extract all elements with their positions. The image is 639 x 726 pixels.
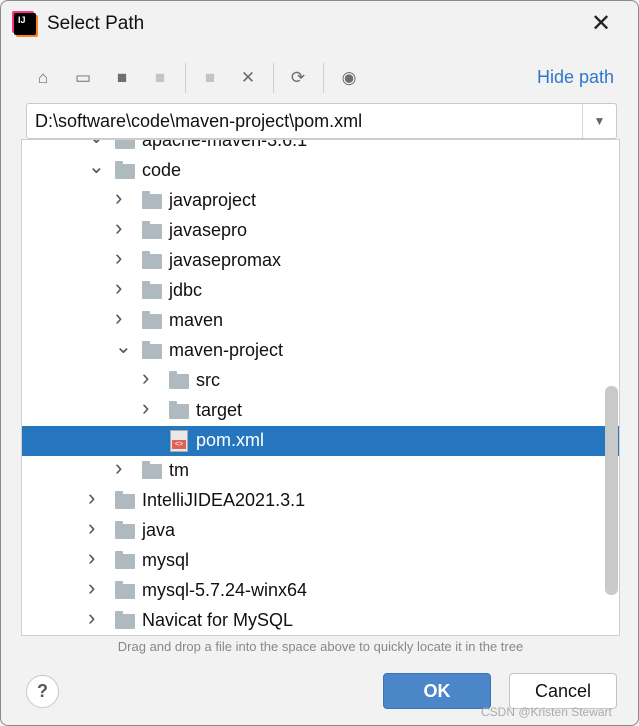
tree-row-label: Navicat for MySQL [142,610,294,630]
tree-row[interactable]: › java [22,515,619,546]
tree-row[interactable]: › target [22,395,619,426]
tree-row[interactable]: › tm [22,455,619,486]
tree-row[interactable]: › jdbc [22,275,619,306]
chevron-right-icon[interactable]: › [88,545,95,571]
intellij-logo-icon: IJ [14,13,36,35]
desktop-icon[interactable]: ▭ [72,67,94,89]
hide-path-link[interactable]: Hide path [537,67,614,88]
tree-row-label: code [142,160,182,180]
folder-icon [115,521,135,539]
tree-row-label: IntelliJIDEA2021.3.1 [142,490,306,510]
toolbar-separator [323,63,324,93]
folder-icon [115,611,135,629]
tree-row[interactable]: ⌄ code [22,156,619,186]
chevron-right-icon[interactable]: › [88,515,95,541]
tree-row-label: mysql-5.7.24-winx64 [142,580,308,600]
folder-icon [142,281,162,299]
new-folder-icon[interactable]: ■ [199,67,221,89]
tree-row-label: src [196,370,220,390]
folder-icon [142,461,162,479]
tree-row[interactable]: › javasepromax [22,245,619,276]
module-folder-icon[interactable]: ■ [149,67,171,89]
tree-row[interactable]: › mysql [22,545,619,576]
toolbar-separator [185,63,186,93]
chevron-right-icon[interactable]: › [88,575,95,601]
help-button[interactable]: ? [26,675,59,708]
tree-row[interactable]: › Navicat for MySQL [22,605,619,635]
tree-row[interactable]: ⌄ apache-maven-3.6.1 [22,139,619,156]
show-hidden-icon[interactable]: ◉ [338,67,360,89]
chevron-down-icon[interactable]: ⌄ [88,140,105,149]
folder-icon [142,311,162,329]
chevron-right-icon[interactable]: › [88,485,95,511]
tree-row[interactable]: › IntelliJIDEA2021.3.1 [22,485,619,516]
home-icon[interactable]: ⌂ [32,67,54,89]
tree-row-label: target [196,400,243,420]
tree-row[interactable]: › maven [22,305,619,336]
tree-row-label: pom.xml [196,430,265,450]
folder-icon [115,581,135,599]
chevron-right-icon[interactable]: › [115,245,122,271]
toolbar-separator [273,63,274,93]
folder-icon [115,491,135,509]
project-folder-icon[interactable]: ■ [111,67,133,89]
chevron-right-icon[interactable]: › [142,365,149,391]
chevron-down-icon[interactable]: ⌄ [88,154,105,179]
path-combobox[interactable]: ▼ [26,103,617,139]
tree-row-label: maven [169,310,224,330]
tree-row-label: maven-project [169,340,284,360]
tree-row-label: tm [169,460,189,480]
path-input[interactable] [35,104,580,138]
refresh-icon[interactable]: ⟳ [287,67,309,89]
folder-icon [115,161,135,179]
folder-icon [115,140,135,149]
tree-row-label: javaproject [169,190,257,210]
chevron-down-icon[interactable]: ⌄ [115,334,132,359]
chevron-right-icon[interactable]: › [88,605,95,631]
folder-icon [142,251,162,269]
tree-row-label: jdbc [169,280,203,300]
chevron-right-icon[interactable]: › [115,185,122,211]
cancel-button[interactable]: Cancel [509,673,617,709]
folder-icon [142,221,162,239]
tree-row[interactable]: › javaproject [22,185,619,216]
tree-row[interactable]: ⌄ maven-project [22,336,619,366]
scrollbar[interactable] [605,386,618,595]
chevron-right-icon[interactable]: › [115,275,122,301]
chevron-down-icon[interactable]: ▼ [582,104,616,138]
tree-row[interactable]: <> pom.xml [22,426,619,456]
tree-row-label: apache-maven-3.6.1 [142,139,308,150]
delete-icon[interactable]: ✕ [237,67,259,89]
folder-icon [142,341,162,359]
file-tree[interactable]: ⌄ apache-maven-3.6.1 ⌄ code › javaproject › jav… [21,139,620,636]
folder-icon [115,551,135,569]
tree-row[interactable]: › src [22,365,619,396]
xml-file-icon: <> [170,430,188,452]
chevron-right-icon[interactable]: › [115,455,122,481]
chevron-right-icon[interactable]: › [115,215,122,241]
tree-row-label: java [142,520,176,540]
ok-button[interactable]: OK [383,673,491,709]
tree-row-label: javasepromax [169,250,282,270]
tree-row[interactable]: › mysql-5.7.24-winx64 [22,575,619,606]
chevron-right-icon[interactable]: › [115,305,122,331]
tree-row-label: mysql [142,550,190,570]
tree-row-label: javasepro [169,220,248,240]
chevron-right-icon[interactable]: › [142,395,149,421]
folder-icon [169,371,189,389]
close-button[interactable]: ✕ [591,9,611,38]
dialog-title: Select Path [47,13,145,34]
tree-row[interactable]: › javasepro [22,215,619,246]
watermark: CSDN @Kristen Stewart [481,705,612,719]
drag-drop-hint: Drag and drop a file into the space abov… [117,639,524,654]
folder-icon [142,191,162,209]
folder-icon [169,401,189,419]
